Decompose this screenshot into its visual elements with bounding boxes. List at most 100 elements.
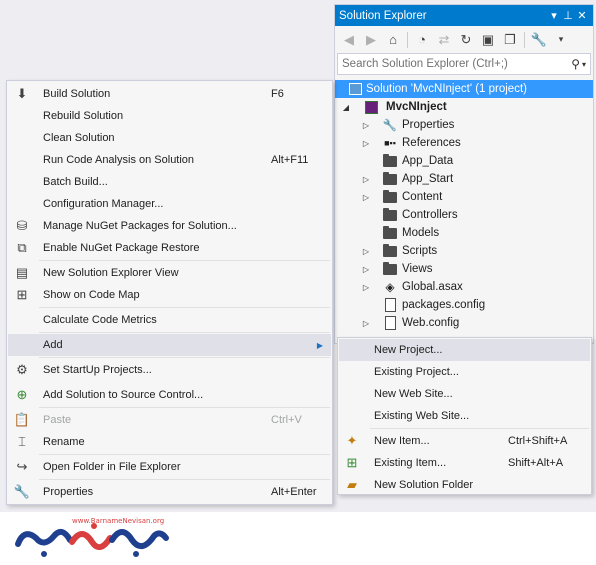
existing-item-icon: ⊞ — [346, 455, 358, 470]
tree-item-folder[interactable]: App_Data — [335, 152, 593, 170]
references-icon: ■▪▪ — [384, 138, 396, 148]
menu-separator — [39, 407, 330, 408]
tree-item-folder[interactable]: ▷ Scripts — [335, 242, 593, 260]
refresh-icon[interactable]: ↻ — [456, 30, 476, 50]
tree-item-properties[interactable]: ▷ 🔧 Properties — [335, 116, 593, 134]
collapsed-arrow-icon[interactable]: ▷ — [361, 193, 371, 202]
new-view-icon: ▤ — [15, 265, 29, 280]
new-folder-icon: ▰ — [347, 477, 357, 492]
menu-item-calculate-code-metrics[interactable]: Calculate Code Metrics — [8, 309, 331, 331]
collapsed-arrow-icon[interactable]: ▷ — [361, 283, 371, 292]
tree-item-project[interactable]: ◢ MvcNInject — [335, 98, 593, 116]
tree-item-file[interactable]: ▷ Web.config — [335, 314, 593, 332]
collapsed-arrow-icon[interactable]: ▷ — [361, 265, 371, 274]
menu-item-enable-nuget-restore[interactable]: ⧉ Enable NuGet Package Restore — [8, 237, 331, 259]
search-options-icon[interactable]: ▾ — [582, 60, 586, 69]
menu-separator — [39, 332, 330, 333]
source-control-icon: ⊕ — [16, 387, 28, 402]
dropdown-icon[interactable]: ▾ — [547, 9, 561, 22]
tree-item-file[interactable]: packages.config — [335, 296, 593, 314]
submenu-item-existing-project[interactable]: Existing Project... — [339, 361, 590, 383]
sync-icon[interactable]: ⇄ — [434, 30, 454, 50]
folder-icon — [382, 261, 398, 277]
code-map-icon: ⊞ — [16, 287, 28, 302]
tree-item-folder[interactable]: Controllers — [335, 206, 593, 224]
collapsed-arrow-icon[interactable]: ▷ — [361, 319, 371, 328]
close-icon[interactable]: ✕ — [575, 9, 589, 22]
collapsed-arrow-icon[interactable]: ▷ — [361, 175, 371, 184]
menu-item-show-on-code-map[interactable]: ⊞ Show on Code Map — [8, 284, 331, 306]
menu-item-add[interactable]: Add ▶ — [8, 334, 331, 356]
wrench-icon[interactable]: 🔧 — [529, 30, 549, 50]
tree-item-folder[interactable]: ▷ App_Start — [335, 170, 593, 188]
nuget-restore-icon: ⧉ — [17, 240, 27, 255]
submenu-item-new-web-site[interactable]: New Web Site... — [339, 383, 590, 405]
solution-context-menu: ⬇ Build Solution F6 Rebuild Solution Cle… — [6, 80, 333, 505]
expand-arrow-icon[interactable]: ◢ — [341, 103, 351, 112]
folder-icon — [382, 171, 398, 187]
tree-item-folder[interactable]: Models — [335, 224, 593, 242]
menu-separator — [39, 479, 330, 480]
global-asax-icon: ◈ — [385, 280, 395, 294]
wrench-icon: 🔧 — [13, 484, 31, 499]
build-icon: ⬇ — [16, 86, 28, 101]
back-icon[interactable]: ◀ — [339, 30, 359, 50]
menu-item-paste[interactable]: 📋 Paste Ctrl+V — [8, 409, 331, 431]
menu-item-clean-solution[interactable]: Clean Solution — [8, 127, 331, 149]
show-all-files-icon[interactable]: ❐ — [500, 30, 520, 50]
menu-item-properties[interactable]: 🔧 Properties Alt+Enter — [8, 481, 331, 503]
menu-separator — [370, 428, 589, 429]
paste-icon: 📋 — [13, 412, 31, 427]
tree-item-references[interactable]: ▷ ■▪▪ References — [335, 134, 593, 152]
forward-icon[interactable]: ▶ — [361, 30, 381, 50]
submenu-item-existing-item[interactable]: ⊞ Existing Item... Shift+Alt+A — [339, 452, 590, 474]
gear-icon: ⚙ — [16, 362, 28, 377]
menu-item-manage-nuget[interactable]: ⛁ Manage NuGet Packages for Solution... — [8, 215, 331, 237]
menu-item-build-solution[interactable]: ⬇ Build Solution F6 — [8, 83, 331, 105]
search-field[interactable]: Search Solution Explorer (Ctrl+;) ⚲ ▾ — [337, 53, 591, 75]
collapsed-arrow-icon[interactable]: ▷ — [361, 139, 371, 148]
tree-item-solution[interactable]: Solution 'MvcNInject' (1 project) — [335, 80, 593, 98]
toolbar-divider — [407, 31, 408, 48]
menu-item-rename[interactable]: ⌶ Rename — [8, 431, 331, 453]
search-input[interactable]: Search Solution Explorer (Ctrl+;) — [342, 58, 571, 70]
logo-url: www.BarnameNevisan.org — [72, 517, 165, 525]
home-icon[interactable]: ⌂ — [383, 30, 403, 50]
new-item-icon: ✦ — [346, 433, 358, 448]
pin-icon[interactable]: ⊥ — [561, 9, 575, 22]
menu-item-batch-build[interactable]: Batch Build... — [8, 171, 331, 193]
menu-item-run-code-analysis[interactable]: Run Code Analysis on Solution Alt+F11 — [8, 149, 331, 171]
wrench-icon: 🔧 — [382, 120, 398, 132]
search-icon[interactable]: ⚲ — [571, 57, 580, 71]
tree-item-file[interactable]: ▷ ◈ Global.asax — [335, 278, 593, 296]
config-file-icon — [382, 315, 398, 331]
menu-item-new-solution-explorer-view[interactable]: ▤ New Solution Explorer View — [8, 262, 331, 284]
folder-icon — [382, 189, 398, 205]
rename-icon: ⌶ — [18, 434, 26, 449]
tree-item-folder[interactable]: ▷ Views — [335, 260, 593, 278]
submenu-item-new-solution-folder[interactable]: ▰ New Solution Folder — [339, 474, 590, 496]
solution-explorer-titlebar: Solution Explorer ▾ ⊥ ✕ — [335, 5, 593, 26]
collapse-all-icon[interactable]: ▣ — [478, 30, 498, 50]
menu-separator — [39, 357, 330, 358]
more-icon[interactable]: ▾ — [551, 30, 571, 50]
pending-changes-filter-icon[interactable]: ◔ — [412, 30, 432, 50]
open-folder-icon: ↪ — [16, 459, 28, 474]
collapsed-arrow-icon[interactable]: ▷ — [361, 121, 371, 130]
tree-item-folder[interactable]: ▷ Content — [335, 188, 593, 206]
menu-item-rebuild-solution[interactable]: Rebuild Solution — [8, 105, 331, 127]
submenu-item-new-item[interactable]: ✦ New Item... Ctrl+Shift+A — [339, 430, 590, 452]
add-submenu: New Project... Existing Project... New W… — [337, 337, 592, 495]
menu-item-open-folder-in-explorer[interactable]: ↪ Open Folder in File Explorer — [8, 456, 331, 478]
submenu-item-existing-web-site[interactable]: Existing Web Site... — [339, 405, 590, 427]
submenu-arrow-icon: ▶ — [316, 340, 323, 350]
collapsed-arrow-icon[interactable]: ▷ — [361, 247, 371, 256]
folder-icon — [382, 207, 398, 223]
toolbar-divider — [524, 31, 525, 48]
menu-item-set-startup-projects[interactable]: ⚙ Set StartUp Projects... — [8, 359, 331, 381]
menu-item-add-to-source-control[interactable]: ⊕ Add Solution to Source Control... — [8, 384, 331, 406]
menu-item-configuration-manager[interactable]: Configuration Manager... — [8, 193, 331, 215]
submenu-item-new-project[interactable]: New Project... — [339, 339, 590, 361]
solution-explorer-toolbar: ◀ ▶ ⌂ ◔ ⇄ ↻ ▣ ❐ 🔧 ▾ — [335, 26, 593, 53]
panel-title: Solution Explorer — [339, 9, 427, 22]
